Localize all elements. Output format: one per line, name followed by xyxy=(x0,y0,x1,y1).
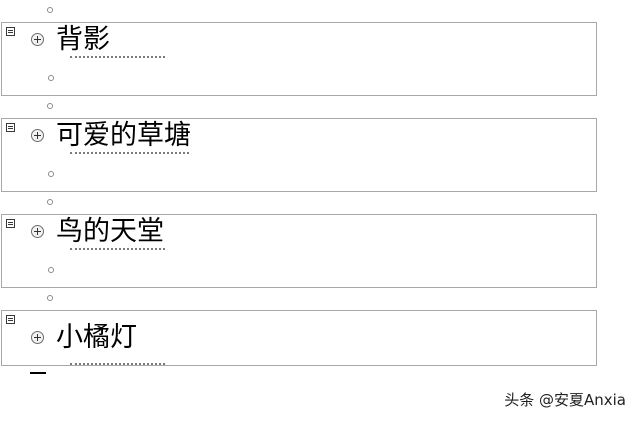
heading-text[interactable]: 背影 xyxy=(56,24,110,56)
expand-plus-icon[interactable] xyxy=(31,129,44,142)
expand-plus-icon[interactable] xyxy=(31,331,44,344)
document-outline-view: 背影 可爱的草塘 鸟的天堂 小橘灯 头条 @安夏Anxia xyxy=(0,0,637,421)
paragraph-bullet-icon[interactable] xyxy=(47,7,53,13)
spellcheck-underline xyxy=(70,56,165,58)
heading-text[interactable]: 鸟的天堂 xyxy=(56,216,164,248)
paragraph-bullet-icon[interactable] xyxy=(48,75,54,81)
heading-block-2[interactable]: 可爱的草塘 xyxy=(1,118,597,192)
spellcheck-underline xyxy=(70,152,189,154)
heading-text[interactable]: 可爱的草塘 xyxy=(56,120,191,152)
text-cursor xyxy=(30,372,46,374)
outline-block-icon[interactable] xyxy=(6,27,15,36)
paragraph-bullet-icon[interactable] xyxy=(47,199,53,205)
watermark-text: 头条 @安夏Anxia xyxy=(504,391,626,409)
paragraph-bullet-icon[interactable] xyxy=(47,103,53,109)
paragraph-bullet-icon[interactable] xyxy=(48,267,54,273)
spellcheck-underline xyxy=(70,248,165,250)
expand-plus-icon[interactable] xyxy=(31,225,44,238)
spellcheck-underline xyxy=(70,363,165,365)
heading-text[interactable]: 小橘灯 xyxy=(56,322,137,354)
heading-block-3[interactable]: 鸟的天堂 xyxy=(1,214,597,288)
heading-block-1[interactable]: 背影 xyxy=(1,22,597,96)
outline-block-icon[interactable] xyxy=(6,219,15,228)
outline-block-icon[interactable] xyxy=(6,315,15,324)
heading-block-4[interactable]: 小橘灯 xyxy=(1,310,597,366)
expand-plus-icon[interactable] xyxy=(31,33,44,46)
paragraph-bullet-icon[interactable] xyxy=(47,295,53,301)
paragraph-bullet-icon[interactable] xyxy=(48,171,54,177)
outline-block-icon[interactable] xyxy=(6,123,15,132)
